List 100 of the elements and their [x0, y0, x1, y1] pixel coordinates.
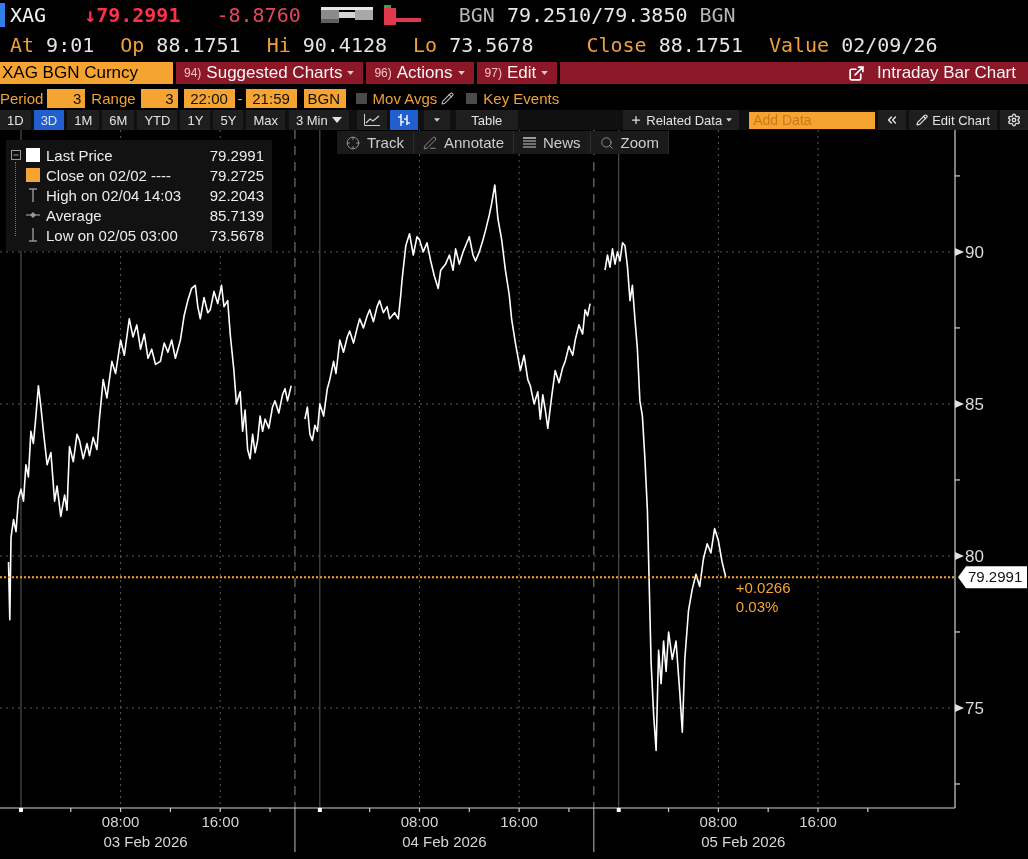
low-marker-icon: [28, 228, 38, 242]
legend-label: Close on 02/02 ----: [46, 166, 173, 184]
x-axis-label: 16:00: [500, 813, 538, 830]
bid-ask-quote: 79.2510/79.3850: [506, 3, 688, 27]
checkbox[interactable]: [355, 92, 367, 104]
stat-value: 88.1751: [658, 33, 743, 57]
stat-value: 02/09/26: [841, 33, 938, 57]
start-time-field[interactable]: 22:00: [183, 88, 235, 108]
checkbox[interactable]: [466, 92, 478, 104]
settings-icon: [1007, 113, 1021, 127]
caret-icon: [331, 117, 342, 123]
legend-value: 79.2725: [209, 166, 264, 184]
pencil-icon: [916, 114, 929, 126]
legend-value: 85.7139: [209, 206, 264, 224]
average-marker-icon: [26, 212, 40, 218]
search-icon: [599, 135, 614, 150]
stat-label: Hi: [266, 33, 291, 57]
high-marker-icon: [28, 188, 38, 202]
range-button[interactable]: 1D: [0, 110, 31, 130]
stat-label: Op: [120, 33, 145, 57]
date-label: 04 Feb 2026: [402, 833, 487, 850]
y-axis-label: 75: [965, 698, 984, 718]
last-price: ↓79.2991: [84, 3, 181, 27]
stat-label: Value: [768, 33, 830, 57]
chart-type-button[interactable]: [356, 110, 387, 130]
chart-title: Intraday Bar Chart: [877, 63, 1016, 83]
caret-icon: [457, 71, 465, 75]
chart-type-button[interactable]: [389, 110, 418, 130]
toggle-label: Mov Avgs: [372, 89, 438, 107]
stat-value: 90.4128: [302, 33, 388, 57]
y-axis-label: 90: [965, 242, 984, 262]
menu-button[interactable]: 94) Suggested Charts: [176, 62, 364, 84]
period-label: Period: [0, 89, 44, 107]
legend-label: High on 02/04 14:03: [46, 186, 183, 204]
external-link-icon[interactable]: [848, 64, 866, 82]
price-source: BGN: [458, 3, 495, 27]
ohlc-bars-icon: [396, 113, 411, 127]
stat-label: Lo: [413, 33, 438, 57]
pen-line-icon: [422, 135, 437, 150]
range-button[interactable]: Max: [246, 110, 285, 130]
time-separator: -: [237, 89, 243, 107]
last-price-tag: 79.2991: [958, 566, 1027, 589]
range-button[interactable]: YTD: [137, 110, 178, 130]
settings-button[interactable]: [1000, 110, 1028, 130]
range-button[interactable]: 3D: [33, 110, 65, 130]
stat-value: 73.5678: [449, 33, 534, 57]
collapse-button[interactable]: [878, 110, 907, 130]
security-field[interactable]: XAG BGN Curncy: [0, 62, 173, 84]
caret-icon: [347, 71, 355, 75]
table-button[interactable]: Table: [455, 110, 518, 130]
x-axis-label: 16:00: [799, 813, 837, 830]
line-chart-icon: [363, 114, 380, 126]
related-data-button[interactable]: Related Data: [623, 110, 740, 130]
x-axis-label: 16:00: [201, 813, 239, 830]
date-label: 05 Feb 2026: [701, 833, 786, 850]
stat-label: Close: [586, 33, 647, 57]
range-button[interactable]: 5Y: [213, 110, 244, 130]
plus-icon: [630, 114, 643, 126]
range-field[interactable]: 3: [140, 88, 178, 108]
range-button[interactable]: 6M: [102, 110, 135, 130]
menu-button[interactable]: 97) Edit: [476, 62, 558, 84]
toggle-label: Key Events: [483, 89, 560, 107]
edit-chart-button[interactable]: Edit Chart: [909, 110, 997, 130]
legend-value: 92.2043: [209, 186, 264, 204]
legend-label: Average: [46, 206, 103, 224]
caret-icon: [541, 71, 549, 75]
price-change: -8.8760: [216, 3, 301, 27]
price-change-label: +0.0266: [735, 579, 791, 597]
x-axis-label: 08:00: [101, 813, 140, 830]
collapse-icon[interactable]: [10, 150, 21, 160]
pencil-icon[interactable]: [441, 91, 455, 105]
crosshair-icon: [346, 135, 360, 150]
range-button[interactable]: 1M: [67, 110, 100, 130]
legend-value: 73.5678: [209, 226, 264, 244]
x-axis-label: 08:00: [400, 813, 439, 830]
price-change-label: 0.03%: [735, 598, 779, 616]
list-icon: [523, 136, 536, 149]
range-button[interactable]: 1Y: [180, 110, 211, 130]
x-axis-label: 08:00: [699, 813, 738, 830]
ticker-symbol: XAG: [10, 3, 47, 27]
step-blocks-icon: [383, 5, 421, 25]
date-label: 03 Feb 2026: [103, 833, 188, 850]
legend-value: 79.2991: [209, 146, 264, 164]
legend-label: Low on 02/05 03:00: [46, 226, 179, 244]
source-field[interactable]: BGN: [303, 88, 346, 108]
y-axis-label: 85: [965, 394, 984, 414]
end-time-field[interactable]: 21:59: [245, 88, 297, 108]
legend-label: Last Price: [46, 146, 114, 164]
cursor-icon: [0, 3, 5, 27]
range-label: Range: [91, 89, 136, 107]
y-axis-label: 80: [965, 546, 984, 566]
frequency-dropdown[interactable]: 3 Min: [288, 110, 349, 130]
period-field[interactable]: 3: [47, 88, 86, 108]
chart-style-dropdown[interactable]: [423, 110, 450, 130]
caret-icon: [433, 118, 440, 122]
menu-button[interactable]: 96) Actions: [366, 62, 474, 84]
stat-value: 88.1751: [156, 33, 241, 57]
stacked-blocks-icon: [320, 7, 373, 23]
caret-icon: [726, 118, 733, 122]
stat-label: At: [10, 33, 35, 57]
